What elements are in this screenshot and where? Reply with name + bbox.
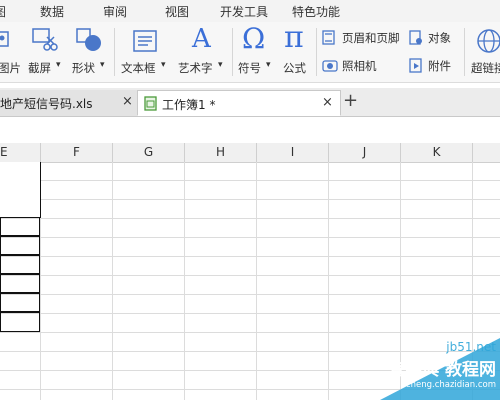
close-icon[interactable]: × <box>322 95 333 110</box>
hyperlink-label: 超链接 <box>471 61 500 75</box>
watermark-title: 查字典 教程网 <box>388 360 496 380</box>
menu-item-developer[interactable]: 开发工具 <box>220 3 268 20</box>
column-header-e[interactable]: E <box>0 143 41 162</box>
hyperlink-button[interactable]: 超链接 <box>468 22 500 82</box>
formula-bar[interactable] <box>0 117 500 144</box>
shapes-label: 形状 <box>72 61 95 75</box>
ribbon-divider <box>464 28 465 76</box>
new-tab-button[interactable]: + <box>343 90 358 111</box>
wordart-button[interactable]: A 艺术字 ▾ <box>176 22 230 82</box>
ribbon-divider <box>316 28 317 76</box>
column-header-j[interactable]: J <box>329 143 401 162</box>
tab-workbook-1[interactable]: 工作簿1 * × <box>137 90 341 116</box>
table-cell[interactable] <box>0 217 40 236</box>
ribbon-divider <box>232 28 233 76</box>
column-header-i[interactable]: I <box>257 143 329 162</box>
omega-symbol-icon: Ω <box>242 22 266 55</box>
textbox-button[interactable]: 文本框 ▾ <box>120 22 170 82</box>
column-header-h[interactable]: H <box>185 143 257 162</box>
wordart-icon: A <box>192 24 211 54</box>
textbox-label: 文本框 <box>121 61 156 75</box>
scissors-screenshot-icon <box>32 28 58 51</box>
column-header-k[interactable]: K <box>401 143 473 162</box>
picture-icon <box>0 31 9 47</box>
table-cell[interactable] <box>0 312 40 332</box>
spreadsheet-file-icon <box>144 96 157 111</box>
table-cell[interactable] <box>0 274 40 293</box>
tab-document-1[interactable]: 地产短信号码.xls × <box>0 90 138 116</box>
screenshot-label: 截屏 <box>28 61 51 75</box>
menu-item-data[interactable]: 数据 <box>40 3 64 20</box>
table-cell[interactable] <box>0 236 40 255</box>
wordart-label: 艺术字 <box>178 61 213 75</box>
textbox-icon <box>133 30 157 52</box>
camera-icon <box>322 60 338 72</box>
table-cell[interactable] <box>0 293 40 312</box>
shapes-icon <box>76 28 101 51</box>
merged-cell[interactable] <box>0 162 41 218</box>
attachment-button[interactable]: 附件 <box>408 56 460 76</box>
menu-item-review[interactable]: 审阅 <box>103 3 127 20</box>
object-label: 对象 <box>428 31 451 45</box>
header-footer-label: 页眉和页脚 <box>342 31 400 45</box>
column-header-next[interactable] <box>473 143 500 162</box>
formula-button[interactable]: π 公式 <box>280 20 314 82</box>
menu-item-insert[interactable]: 图 <box>0 3 6 20</box>
symbol-label: 符号 <box>238 61 261 75</box>
column-header-f[interactable]: F <box>41 143 113 162</box>
object-icon <box>409 30 422 45</box>
picture-label: 图片 <box>0 61 21 75</box>
close-icon[interactable]: × <box>122 94 133 109</box>
column-header-g[interactable]: G <box>113 143 185 162</box>
watermark-site: jb51.net <box>446 340 496 354</box>
picture-button[interactable]: 图片 <box>0 22 22 82</box>
screenshot-button[interactable]: 截屏 ▾ <box>26 22 66 82</box>
chevron-down-icon: ▾ <box>100 60 105 70</box>
camera-label: 照相机 <box>342 59 377 73</box>
chevron-down-icon: ▾ <box>161 60 166 70</box>
ribbon-toolbar: 图片 截屏 ▾ 形状 ▾ 文本框 ▾ A 艺术字 ▾ Ω 符号 ▾ π 公式 页… <box>0 20 500 83</box>
object-button[interactable]: 对象 <box>408 28 460 48</box>
camera-button[interactable]: 照相机 <box>320 56 390 76</box>
menu-item-special[interactable]: 特色功能 <box>292 3 340 20</box>
attachment-icon <box>409 58 422 73</box>
site-watermark: jb51.net 查字典 教程网 jiaocheng.chazidian.com <box>350 338 500 400</box>
tab-label: 工作簿1 * <box>162 98 216 112</box>
column-header-row: E F G H I J K <box>0 143 500 163</box>
header-footer-icon <box>322 30 335 45</box>
tab-label: 地产短信号码.xls <box>0 97 93 111</box>
shapes-button[interactable]: 形状 ▾ <box>70 22 110 82</box>
chevron-down-icon: ▾ <box>218 60 223 70</box>
watermark-url: jiaocheng.chazidian.com <box>390 380 496 390</box>
table-cell[interactable] <box>0 255 40 274</box>
document-tab-bar: 地产短信号码.xls × 工作簿1 * × + <box>0 88 500 117</box>
menu-item-view[interactable]: 视图 <box>165 3 189 20</box>
menu-bar: 图 数据 审阅 视图 开发工具 特色功能 <box>0 0 500 22</box>
attachment-label: 附件 <box>428 59 451 73</box>
chevron-down-icon: ▾ <box>266 60 271 70</box>
globe-link-icon <box>477 29 500 53</box>
header-footer-button[interactable]: 页眉和页脚 <box>320 28 406 48</box>
ribbon-divider <box>114 28 115 76</box>
chevron-down-icon: ▾ <box>56 60 61 70</box>
formula-label: 公式 <box>283 61 306 75</box>
symbol-button[interactable]: Ω 符号 ▾ <box>236 22 276 82</box>
pi-formula-icon: π <box>284 20 304 55</box>
